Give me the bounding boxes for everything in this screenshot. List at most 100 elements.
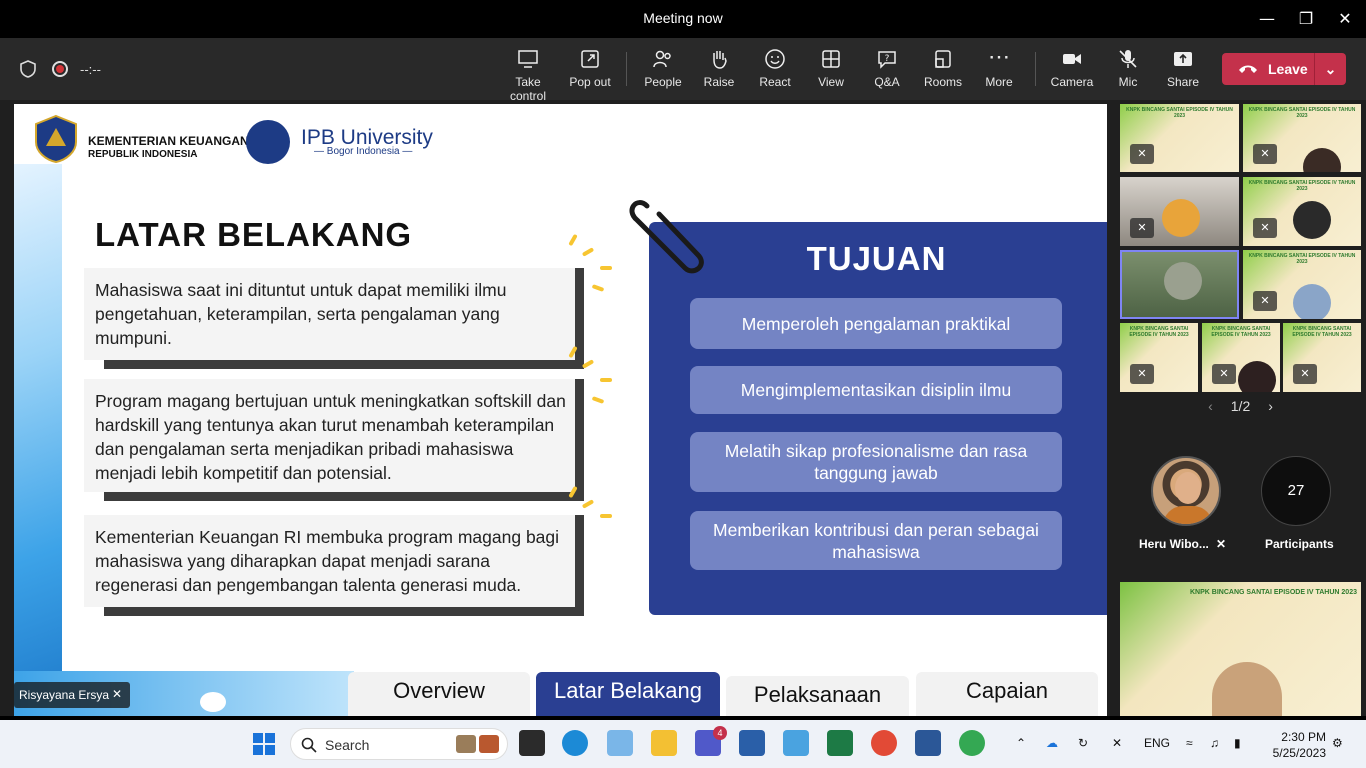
participant-count-button[interactable]: 27 bbox=[1261, 456, 1331, 526]
monitor-icon bbox=[518, 50, 538, 68]
mic-button[interactable]: Mic bbox=[1110, 48, 1146, 89]
leave-button[interactable]: Leave ⌄ bbox=[1222, 53, 1346, 85]
participant-tile[interactable]: ✕ bbox=[1120, 177, 1239, 246]
slide-heading-left: LATAR BELAKANG bbox=[95, 216, 413, 253]
mic-off-icon[interactable]: ✕ bbox=[1112, 736, 1122, 750]
sparkle-decoration bbox=[581, 247, 595, 257]
mic-off-icon: ✕ bbox=[1212, 364, 1236, 384]
participant-tile[interactable]: KNPK BINCANG SANTAI EPISODE IV TAHUN 202… bbox=[1202, 323, 1280, 392]
goal-item: Melatih sikap profesionalisme dan rasa t… bbox=[690, 432, 1062, 492]
minimize-icon[interactable]: — bbox=[1256, 8, 1278, 30]
speaker-icon[interactable]: ♫ bbox=[1210, 736, 1219, 750]
edge-icon[interactable] bbox=[562, 730, 588, 756]
notepad-icon[interactable] bbox=[739, 730, 765, 756]
avatar[interactable] bbox=[1151, 456, 1221, 526]
notification-badge: 4 bbox=[713, 726, 727, 740]
meeting-timer: --:-- bbox=[80, 62, 101, 77]
kemenkeu-logo-icon bbox=[35, 114, 77, 164]
background-paragraph: Kementerian Keuangan RI membuka program … bbox=[84, 515, 584, 616]
chrome-icon[interactable] bbox=[871, 730, 897, 756]
rooms-button[interactable]: Rooms bbox=[922, 48, 964, 89]
video-icon[interactable] bbox=[200, 692, 226, 712]
mic-off-icon: ✕ bbox=[1130, 218, 1154, 238]
shield-icon bbox=[20, 60, 36, 78]
mic-off-icon: ✕ bbox=[1253, 291, 1277, 311]
close-icon[interactable]: ✕ bbox=[1334, 8, 1356, 30]
hand-icon bbox=[713, 51, 727, 69]
window-title: Meeting now bbox=[643, 10, 723, 26]
word-icon[interactable] bbox=[915, 730, 941, 756]
leave-options-chevron-icon[interactable]: ⌄ bbox=[1314, 53, 1346, 85]
org-subname: REPUBLIK INDONESIA bbox=[88, 149, 198, 160]
grid-icon bbox=[822, 50, 840, 68]
people-button[interactable]: People bbox=[642, 48, 684, 89]
restore-icon[interactable]: ❐ bbox=[1295, 8, 1317, 30]
windows-start-icon[interactable] bbox=[252, 732, 276, 756]
participant-tile[interactable]: KNPK BINCANG SANTAI EPISODE IV TAHUN 202… bbox=[1120, 323, 1198, 392]
mic-off-icon: ✕ bbox=[1293, 364, 1317, 384]
sparkle-decoration bbox=[568, 233, 578, 247]
tab-latar-belakang: Latar Belakang bbox=[536, 672, 720, 716]
participant-tile[interactable]: KNPK BINCANG SANTAI EPISODE IV TAHUN 202… bbox=[1243, 177, 1361, 246]
chevron-left-icon[interactable]: ‹ bbox=[1208, 398, 1213, 414]
participant-tile[interactable]: KNPK BINCANG SANTAI EPISODE IV TAHUN 202… bbox=[1243, 250, 1361, 319]
mic-off-icon: ✕ bbox=[1253, 144, 1277, 164]
raise-hand-button[interactable]: Raise bbox=[700, 48, 738, 89]
tab-overview: Overview bbox=[348, 672, 530, 716]
pop-out-button[interactable]: Pop out bbox=[568, 48, 612, 89]
university-location: — Bogor Indonesia — bbox=[314, 146, 413, 157]
background-paragraph: Program magang bertujuan untuk meningkat… bbox=[84, 379, 584, 501]
wifi-icon[interactable]: ≈ bbox=[1186, 736, 1193, 750]
sync-icon[interactable]: ↻ bbox=[1078, 736, 1088, 750]
participant-tile[interactable]: KNPK BINCANG SANTAI EPISODE IV TAHUN 202… bbox=[1243, 104, 1361, 172]
chrome-profile-icon[interactable] bbox=[959, 730, 985, 756]
task-view-icon[interactable] bbox=[519, 730, 545, 756]
mic-off-icon: ✕ bbox=[1130, 144, 1154, 164]
camera-button[interactable]: Camera bbox=[1050, 48, 1094, 89]
taskbar-search[interactable]: Search bbox=[290, 728, 508, 760]
react-button[interactable]: React bbox=[756, 48, 794, 89]
share-icon bbox=[1174, 52, 1192, 66]
pop-out-icon bbox=[581, 50, 599, 68]
participant-tile[interactable]: KNPK BINCANG SANTAI EPISODE IV TAHUN 202… bbox=[1283, 323, 1361, 392]
gallery-pager: ‹ 1/2 › bbox=[1208, 398, 1273, 414]
goal-item: Memberikan kontribusi dan peran sebagai … bbox=[690, 511, 1062, 570]
self-view-tile[interactable]: KNPK BINCANG SANTAI EPISODE IV TAHUN 202… bbox=[1120, 582, 1361, 716]
network-app-icon[interactable] bbox=[783, 730, 809, 756]
widget-icon bbox=[456, 735, 476, 753]
presenter-name-badge: Risyayana Ersya ✕ bbox=[14, 682, 130, 708]
take-control-button[interactable]: Take control bbox=[498, 48, 558, 103]
camera-icon bbox=[1063, 54, 1081, 64]
participant-tile-active-speaker[interactable] bbox=[1120, 250, 1239, 319]
view-button[interactable]: View bbox=[812, 48, 850, 89]
shared-slide: KEMENTERIAN KEUANGAN REPUBLIK INDONESIA … bbox=[14, 104, 1107, 716]
file-explorer-icon[interactable] bbox=[651, 730, 677, 756]
qa-button[interactable]: ? Q&A bbox=[868, 48, 906, 89]
excel-icon[interactable] bbox=[827, 730, 853, 756]
language-indicator[interactable]: ENG bbox=[1144, 736, 1170, 750]
more-button[interactable]: ⋯ More bbox=[980, 44, 1018, 90]
notification-bell-icon[interactable]: ⚙ bbox=[1332, 736, 1343, 750]
briefcase-icon bbox=[479, 735, 499, 753]
chevron-right-icon[interactable]: › bbox=[1268, 398, 1273, 414]
decorative-band bbox=[14, 164, 62, 716]
more-icon: ⋯ bbox=[988, 44, 1010, 69]
tab-pelaksanaan: Pelaksanaan bbox=[726, 676, 909, 716]
system-clock[interactable]: 2:30 PM 5/25/2023 bbox=[1262, 729, 1326, 761]
mic-off-icon: ✕ bbox=[1253, 218, 1277, 238]
ipb-logo-icon bbox=[246, 120, 290, 164]
battery-icon[interactable]: ▮ bbox=[1234, 736, 1241, 750]
tab-capaian: Capaian bbox=[916, 672, 1098, 716]
onedrive-icon[interactable]: ☁ bbox=[1046, 736, 1058, 750]
chevron-up-icon[interactable]: ⌃ bbox=[1016, 736, 1026, 750]
share-button[interactable]: Share bbox=[1164, 48, 1202, 89]
snipping-tool-icon[interactable] bbox=[607, 730, 633, 756]
goal-item: Mengimplementasikan disiplin ilmu bbox=[690, 366, 1062, 414]
sparkle-decoration bbox=[600, 378, 612, 382]
search-icon bbox=[301, 737, 317, 753]
people-icon bbox=[653, 50, 671, 68]
teams-icon[interactable]: 4 bbox=[695, 726, 727, 756]
sparkle-decoration bbox=[600, 266, 612, 270]
attendee-name: Heru Wibo... bbox=[1139, 537, 1209, 551]
participant-tile[interactable]: KNPK BINCANG SANTAI EPISODE IV TAHUN 202… bbox=[1120, 104, 1239, 172]
